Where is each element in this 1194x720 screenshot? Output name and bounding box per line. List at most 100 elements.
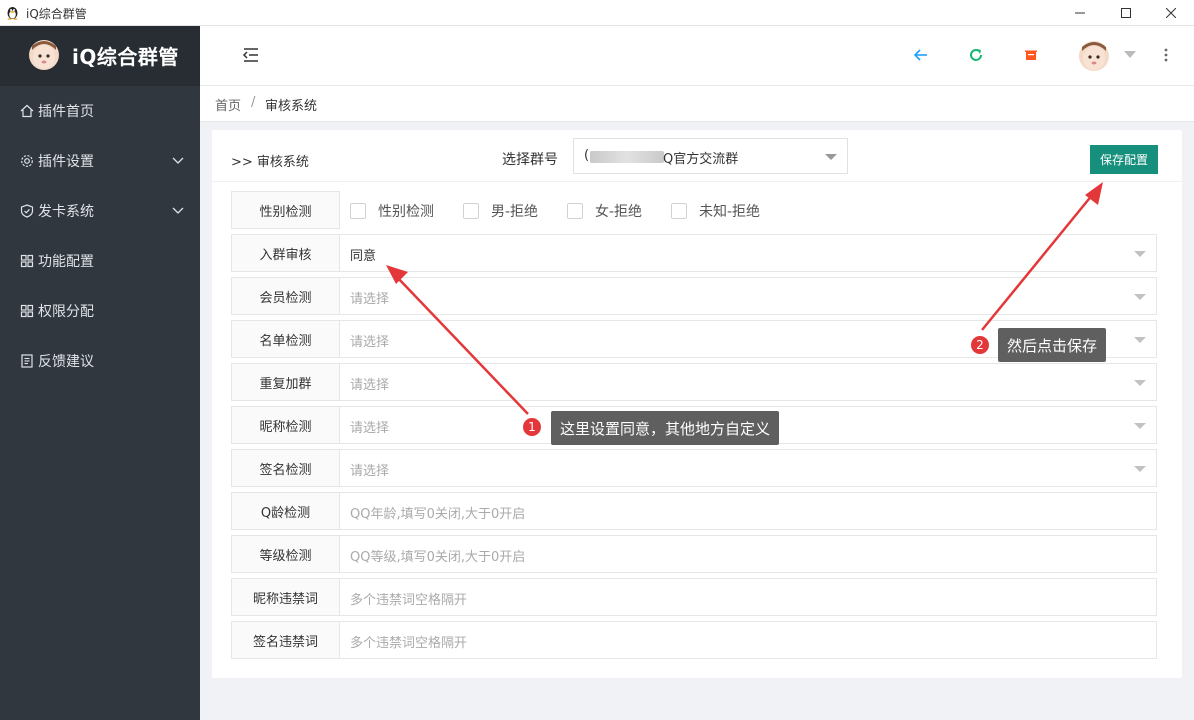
checkbox-male-reject[interactable]: 男-拒绝 <box>463 201 538 221</box>
brand-avatar <box>29 40 59 70</box>
checkbox-box <box>567 203 583 219</box>
checkbox-label: 女-拒绝 <box>595 204 643 220</box>
checkbox-box <box>463 203 479 219</box>
minimize-icon <box>1075 12 1085 14</box>
qq-age-input[interactable]: QQ年龄,填写0关闭,大于0开启 <box>340 492 1157 530</box>
sidebar-item-label: 功能配置 <box>38 254 94 270</box>
clear-cache-button[interactable] <box>1020 44 1042 66</box>
maximize-button[interactable] <box>1103 0 1149 26</box>
breadcrumb-home[interactable]: 首页 <box>215 95 241 114</box>
back-arrow-icon <box>913 49 927 61</box>
form-row-repeat-join: 重复加群 请选择 <box>231 363 1157 401</box>
sidebar-item-label: 反馈建议 <box>38 354 94 370</box>
sidebar-item-plugin-settings[interactable]: 插件设置 <box>0 136 200 186</box>
input-placeholder: QQ等级,填写0关闭,大于0开启 <box>350 550 526 565</box>
refresh-icon <box>970 49 982 61</box>
form-label: Q龄检测 <box>231 492 340 530</box>
form-row-signature-banned-words: 签名违禁词 多个违禁词空格隔开 <box>231 621 1157 659</box>
back-button[interactable] <box>910 44 932 66</box>
group-select-label: 选择群号 <box>502 152 558 168</box>
form-row-member-check: 会员检测 请选择 <box>231 277 1157 315</box>
close-button[interactable] <box>1148 0 1194 26</box>
form-label: 入群审核 <box>231 234 340 272</box>
minimize-button[interactable] <box>1057 0 1103 26</box>
checkbox-label: 未知-拒绝 <box>699 204 761 220</box>
form-label: 等级检测 <box>231 535 340 573</box>
window-title: iQ综合群管 <box>26 7 87 21</box>
home-icon <box>20 104 34 118</box>
select-placeholder: 请选择 <box>350 335 390 350</box>
form-row-signature-check: 签名检测 请选择 <box>231 449 1157 487</box>
caret-down-icon <box>1134 423 1146 429</box>
form-label: 签名检测 <box>231 449 340 487</box>
card-title: >> 审核系统 <box>231 155 309 170</box>
sidebar-item-label: 发卡系统 <box>38 204 94 220</box>
group-value-prefix: ( <box>584 148 590 163</box>
form-row-join-review: 入群审核 同意 <box>231 234 1157 272</box>
repeat-join-select[interactable]: 请选择 <box>340 363 1157 401</box>
annotation-badge-1: 1 <box>522 417 542 437</box>
input-placeholder: 多个违禁词空格隔开 <box>350 636 468 651</box>
breadcrumb-current: 审核系统 <box>265 99 318 114</box>
maximize-icon <box>1121 8 1131 18</box>
signature-check-select[interactable]: 请选择 <box>340 449 1157 487</box>
form-label: 名单检测 <box>231 320 340 358</box>
sidebar-item-feedback[interactable]: 反馈建议 <box>0 336 200 386</box>
caret-down-icon <box>1134 251 1146 257</box>
brand-name: iQ综合群管 <box>72 45 179 69</box>
nickname-banned-words-input[interactable]: 多个违禁词空格隔开 <box>340 578 1157 616</box>
annotation-badge-2: 2 <box>970 335 990 355</box>
form-label: 重复加群 <box>231 363 340 401</box>
menu-collapse-button[interactable] <box>240 44 262 66</box>
select-value: 同意 <box>350 249 377 264</box>
qq-level-input[interactable]: QQ等级,填写0关闭,大于0开启 <box>340 535 1157 573</box>
grid-icon <box>20 254 34 268</box>
join-review-select[interactable]: 同意 <box>340 234 1157 272</box>
refresh-button[interactable] <box>965 44 987 66</box>
caret-down-icon <box>1134 466 1146 472</box>
sidebar-item-label: 插件首页 <box>38 104 94 120</box>
sidebar-item-label: 插件设置 <box>38 154 94 170</box>
chevron-down-icon <box>172 207 184 214</box>
sidebar: iQ综合群管 插件首页 插件设置 发卡系统 功能配置 权限分配 反馈建议 <box>0 26 200 720</box>
card-header: >> 审核系统 选择群号 ( Q官方交流群 保存配置 <box>212 130 1182 182</box>
group-select[interactable]: ( Q官方交流群 <box>573 138 848 174</box>
checkbox-box <box>671 203 687 219</box>
user-menu-dropdown[interactable] <box>1119 44 1141 66</box>
annotation-tip-2: 然后点击保存 <box>998 328 1107 362</box>
sidebar-item-function-config[interactable]: 功能配置 <box>0 236 200 286</box>
top-header <box>200 26 1194 86</box>
select-placeholder: 请选择 <box>350 421 390 436</box>
sidebar-item-permissions[interactable]: 权限分配 <box>0 286 200 336</box>
checkbox-label: 男-拒绝 <box>491 204 539 220</box>
member-check-select[interactable]: 请选择 <box>340 277 1157 315</box>
sidebar-item-home[interactable]: 插件首页 <box>0 86 200 136</box>
caret-down-icon <box>1134 337 1146 343</box>
redacted-group-number <box>590 151 664 163</box>
checkbox-label: 性别检测 <box>378 204 434 220</box>
gender-options: 性别检测 男-拒绝 女-拒绝 未知-拒绝 <box>340 191 1157 229</box>
more-options-button[interactable] <box>1155 44 1177 66</box>
checkbox-unknown-reject[interactable]: 未知-拒绝 <box>671 201 760 221</box>
input-placeholder: 多个违禁词空格隔开 <box>350 593 468 608</box>
close-icon <box>1166 8 1176 18</box>
select-placeholder: 请选择 <box>350 378 390 393</box>
more-vertical-icon <box>1164 48 1168 62</box>
gear-icon <box>21 155 33 167</box>
save-config-button[interactable]: 保存配置 <box>1090 145 1158 174</box>
chevron-down-icon <box>1124 51 1136 58</box>
user-avatar[interactable] <box>1079 41 1109 71</box>
shield-icon <box>20 204 34 218</box>
chevron-down-icon <box>172 157 184 164</box>
breadcrumb-separator: / <box>251 95 256 110</box>
caret-down-icon <box>1134 294 1146 300</box>
form-label: 会员检测 <box>231 277 340 315</box>
form-row-nickname-banned-words: 昵称违禁词 多个违禁词空格隔开 <box>231 578 1157 616</box>
form-label: 签名违禁词 <box>231 621 340 659</box>
sidebar-item-card-system[interactable]: 发卡系统 <box>0 186 200 236</box>
checkbox-female-reject[interactable]: 女-拒绝 <box>567 201 642 221</box>
clear-cache-icon <box>1025 50 1037 60</box>
breadcrumb: 首页 / 审核系统 <box>200 86 1194 122</box>
checkbox-gender-check[interactable]: 性别检测 <box>350 201 434 221</box>
signature-banned-words-input[interactable]: 多个违禁词空格隔开 <box>340 621 1157 659</box>
